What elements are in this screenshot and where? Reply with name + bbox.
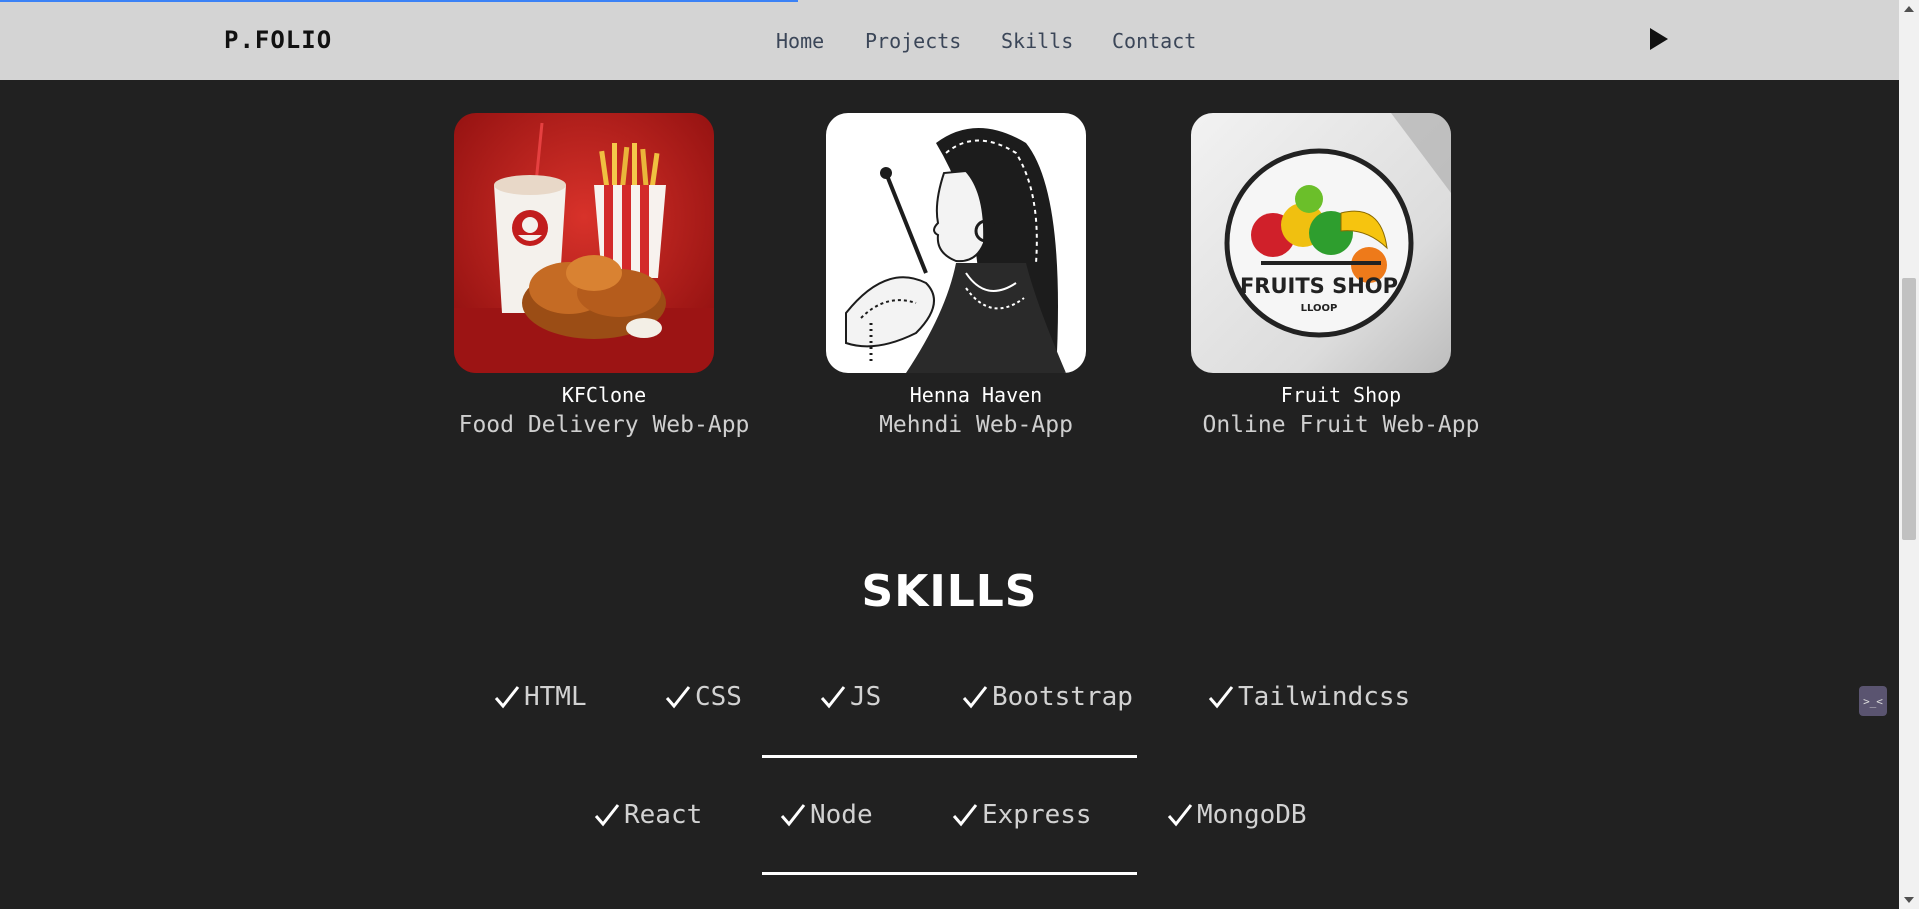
- check-icon: [780, 804, 806, 827]
- project-image-henna-haven[interactable]: [826, 113, 1086, 373]
- scrollbar-thumb[interactable]: [1902, 278, 1916, 540]
- project-title-henna-haven: Henna Haven: [909, 383, 1043, 407]
- scroll-up-arrow-icon[interactable]: [1903, 4, 1915, 14]
- brand-logo[interactable]: P.FOLIO: [224, 26, 332, 54]
- skill-label: Bootstrap: [992, 682, 1133, 712]
- navbar: P.FOLIO Home Projects Skills Contact: [0, 0, 1899, 80]
- skill-label: React: [624, 800, 703, 830]
- skill-item-html: HTML: [494, 682, 587, 712]
- play-icon[interactable]: [1648, 26, 1670, 52]
- fruit-logo-subtext: LLOOP: [1301, 303, 1338, 314]
- nav-link-skills[interactable]: Skills: [1001, 29, 1073, 53]
- skill-item-mongodb: MongoDB: [1167, 800, 1307, 830]
- check-icon: [594, 804, 620, 827]
- project-subtitle-henna-haven: Mehndi Web-App: [879, 412, 1073, 438]
- nav-link-home[interactable]: Home: [776, 29, 824, 53]
- skill-item-react: React: [594, 800, 702, 830]
- skill-item-express: Express: [952, 800, 1092, 830]
- skill-item-css: CSS: [665, 682, 742, 712]
- skill-label: JS: [850, 682, 882, 712]
- project-title-fruit-shop: Fruit Shop: [1280, 383, 1402, 407]
- skill-item-bootstrap: Bootstrap: [962, 682, 1133, 712]
- divider: [762, 755, 1137, 758]
- skills-heading: SKILLS: [861, 566, 1038, 617]
- skill-label: CSS: [695, 682, 742, 712]
- project-title-kfclone: KFClone: [561, 383, 647, 407]
- check-icon: [1167, 804, 1193, 827]
- fruit-logo-text: FRUITS SHOP: [1240, 274, 1398, 298]
- skill-label: Node: [810, 800, 873, 830]
- check-icon: [962, 686, 988, 709]
- check-icon: [820, 686, 846, 709]
- scroll-progress-bar: [0, 0, 798, 2]
- skill-item-tailwindcss: Tailwindcss: [1208, 682, 1410, 712]
- check-icon: [952, 804, 978, 827]
- divider: [762, 872, 1137, 875]
- skill-label: Express: [982, 800, 1092, 830]
- floating-widget-button[interactable]: >_<: [1859, 686, 1887, 716]
- project-subtitle-fruit-shop: Online Fruit Web-App: [1202, 412, 1480, 438]
- project-image-kfclone[interactable]: [454, 113, 714, 373]
- skill-item-js: JS: [820, 682, 881, 712]
- skill-label: MongoDB: [1197, 800, 1307, 830]
- check-icon: [665, 686, 691, 709]
- check-icon: [494, 686, 520, 709]
- nav-link-projects[interactable]: Projects: [865, 29, 961, 53]
- skill-label: Tailwindcss: [1238, 682, 1411, 712]
- project-subtitle-kfclone: Food Delivery Web-App: [458, 412, 750, 438]
- scroll-down-arrow-icon[interactable]: [1903, 895, 1915, 905]
- skill-label: HTML: [524, 682, 587, 712]
- skill-item-node: Node: [780, 800, 873, 830]
- check-icon: [1208, 686, 1234, 709]
- nav-link-contact[interactable]: Contact: [1112, 29, 1196, 53]
- project-image-fruit-shop[interactable]: FRUITS SHOP LLOOP: [1191, 113, 1451, 373]
